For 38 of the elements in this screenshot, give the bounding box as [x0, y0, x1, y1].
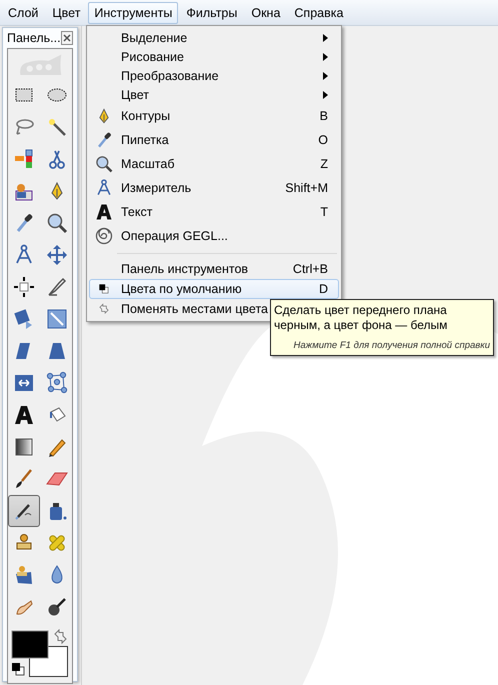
letter-glyph-icon — [94, 202, 114, 222]
menu-item[interactable]: Пипетка O — [89, 128, 339, 152]
tooltip-text: Сделать цвет переднего плана черным, а цвет фона — белым — [274, 303, 448, 333]
spiral-icon — [94, 226, 114, 246]
submenu-arrow-icon — [323, 90, 328, 98]
submenu-arrow-icon — [323, 52, 328, 60]
panel-title: Панель... — [7, 31, 61, 45]
menu-item[interactable]: Операция GEGL... — [89, 224, 339, 248]
menu-item[interactable]: Рисование — [89, 47, 339, 66]
menu-bar-item[interactable]: Окна — [245, 2, 286, 24]
close-icon — [62, 34, 71, 42]
menu-item[interactable]: Измеритель Shift+M — [89, 176, 339, 200]
swap-arrows-icon — [97, 302, 111, 316]
color-swatches[interactable] — [11, 629, 69, 679]
tooltip-hint: Нажмите F1 для получения полной справки — [294, 340, 490, 352]
submenu-arrow-icon — [323, 34, 328, 42]
menu-bar-item[interactable]: Инструменты — [88, 2, 178, 24]
node-mesh-icon — [44, 371, 68, 395]
submenu-arrow-icon — [323, 72, 328, 80]
menu-item[interactable]: Цвет — [89, 85, 339, 104]
menu-item[interactable]: Выделение — [89, 28, 339, 47]
menu-item[interactable]: Контуры B — [89, 104, 339, 128]
small-swatches-icon — [97, 282, 111, 296]
menu-item[interactable]: Преобразование — [89, 66, 339, 85]
magnifier-icon — [94, 154, 114, 174]
menu-bar-item[interactable]: Цвет — [46, 2, 86, 24]
tool-button[interactable] — [8, 495, 40, 527]
scale-icon — [44, 307, 68, 331]
menu-item[interactable]: Панель инструментов Ctrl+B — [89, 259, 339, 279]
align-arrows-icon — [12, 275, 36, 299]
four-arrows-icon — [44, 243, 68, 267]
menu-item[interactable]: Цвета по умолчанию D — [89, 279, 339, 299]
close-button[interactable] — [60, 31, 73, 45]
menu-bar-item[interactable]: Фильтры — [180, 2, 244, 24]
menu-bar-item[interactable]: Справка — [288, 2, 350, 24]
menu-bar-item[interactable]: Слой — [2, 2, 44, 24]
menu-item[interactable]: Текст T — [89, 200, 339, 224]
menu-item[interactable]: Масштаб Z — [89, 152, 339, 176]
